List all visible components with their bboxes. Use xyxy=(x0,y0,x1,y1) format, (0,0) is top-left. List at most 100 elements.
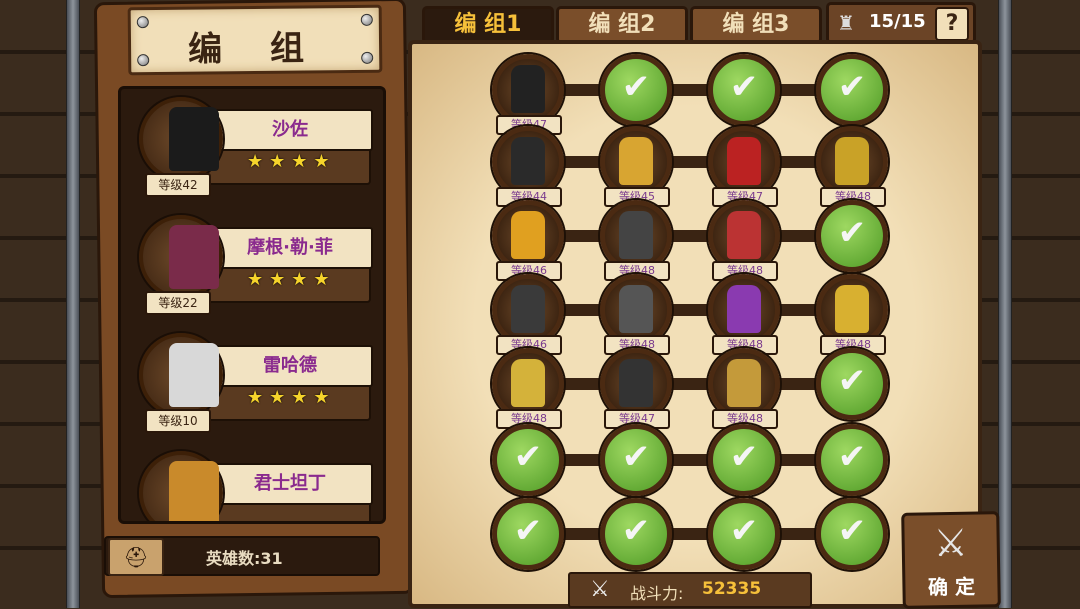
formation-slot-empty[interactable]: ✔ xyxy=(816,348,888,420)
formation-slot-hero[interactable]: 等级46 xyxy=(492,200,564,281)
tab-formation-3[interactable]: 编 组3 xyxy=(690,6,822,44)
formation-slot-hero[interactable]: 等级48 xyxy=(600,274,672,355)
check-icon: ✔ xyxy=(513,511,543,551)
unit-figure-icon xyxy=(619,137,653,185)
check-icon: ✔ xyxy=(837,213,867,253)
slot-connector xyxy=(558,156,602,168)
formation-slot-hero[interactable]: 等级47 xyxy=(492,54,564,135)
hero-count-bar: ⛑ 英雄数:31 xyxy=(104,536,380,576)
slot-connector xyxy=(558,84,602,96)
formation-slot-empty[interactable]: ✔ xyxy=(600,54,672,126)
formation-slot-empty[interactable]: ✔ xyxy=(492,424,564,496)
slot-connector xyxy=(774,84,818,96)
unit-figure-icon xyxy=(511,211,545,259)
check-icon: ✔ xyxy=(837,67,867,107)
page-title: 编 组 xyxy=(187,28,323,70)
hero-figure-icon xyxy=(169,343,219,407)
slot-connector xyxy=(666,304,710,316)
formation-slot-empty[interactable]: ✔ xyxy=(816,424,888,496)
unit-figure-icon xyxy=(835,137,869,185)
formation-slot-hero[interactable]: 等级47 xyxy=(600,348,672,429)
hero-name: 君士坦丁 xyxy=(207,463,373,505)
help-button[interactable]: ? xyxy=(935,7,969,41)
unit-figure-icon xyxy=(511,65,545,113)
slot-connector xyxy=(774,156,818,168)
hero-portrait[interactable] xyxy=(139,215,223,299)
hero-name: 摩根·勒·菲 xyxy=(207,227,373,269)
hero-figure-icon xyxy=(169,107,219,171)
slot-connector xyxy=(774,528,818,540)
slot-connector xyxy=(558,304,602,316)
hero-level: 等级10 xyxy=(145,409,211,433)
hero-portrait[interactable] xyxy=(139,97,223,181)
hero-stars: ★★★★ xyxy=(247,387,336,408)
unit-figure-icon xyxy=(727,285,761,333)
slot-connector xyxy=(666,454,710,466)
hero-card[interactable]: 君士坦丁 xyxy=(127,449,377,521)
tab-formation-2[interactable]: 编 组2 xyxy=(556,6,688,44)
check-icon: ✔ xyxy=(729,437,759,477)
hero-count: 英雄数:31 xyxy=(206,549,283,568)
confirm-button[interactable]: ⚔ 确 定 xyxy=(901,511,1001,609)
hero-level: 等级22 xyxy=(145,291,211,315)
formation-slot-hero[interactable]: 等级48 xyxy=(816,126,888,207)
check-icon: ✔ xyxy=(621,437,651,477)
check-icon: ✔ xyxy=(729,67,759,107)
unit-figure-icon xyxy=(619,359,653,407)
unit-figure-icon xyxy=(511,137,545,185)
slot-connector xyxy=(666,156,710,168)
formation-slot-empty[interactable]: ✔ xyxy=(708,54,780,126)
formation-slot-hero[interactable]: 等级46 xyxy=(492,274,564,355)
slot-connector xyxy=(558,528,602,540)
unit-figure-icon xyxy=(511,285,545,333)
check-icon: ✔ xyxy=(621,511,651,551)
unit-figure-icon xyxy=(727,211,761,259)
unit-figure-icon xyxy=(511,359,545,407)
slot-connector xyxy=(666,230,710,242)
formation-slot-hero[interactable]: 等级48 xyxy=(600,200,672,281)
unit-count: 15/15 xyxy=(869,11,926,32)
hero-name: 沙佐 xyxy=(207,109,373,151)
formation-slot-hero[interactable]: 等级47 xyxy=(708,126,780,207)
battle-power-label: 战斗力: xyxy=(630,584,684,603)
slot-connector xyxy=(558,378,602,390)
hero-card[interactable]: 雷哈德 ★★★★ 等级10 xyxy=(127,331,377,433)
formation-slot-empty[interactable]: ✔ xyxy=(492,498,564,570)
right-rail xyxy=(998,0,1012,608)
slot-connector xyxy=(558,454,602,466)
hero-portrait[interactable] xyxy=(139,333,223,417)
hero-card[interactable]: 摩根·勒·菲 ★★★★ 等级22 xyxy=(127,213,377,315)
formation-slot-hero[interactable]: 等级48 xyxy=(492,348,564,429)
slot-connector xyxy=(774,230,818,242)
crossed-swords-icon: ⚔ xyxy=(590,577,610,602)
formation-slot-hero[interactable]: 等级48 xyxy=(708,348,780,429)
formation-slot-empty[interactable]: ✔ xyxy=(816,54,888,126)
hero-figure-icon xyxy=(169,461,219,521)
tab-formation-1[interactable]: 编 组1 xyxy=(422,6,554,44)
hero-card[interactable]: 沙佐 ★★★★ 等级42 xyxy=(127,95,377,197)
formation-slot-hero[interactable]: 等级48 xyxy=(708,200,780,281)
formation-slot-empty[interactable]: ✔ xyxy=(600,424,672,496)
hero-name: 雷哈德 xyxy=(207,345,373,387)
hero-list[interactable]: 沙佐 ★★★★ 等级42 摩根·勒·菲 ★★★★ 等级22 雷哈德 ★★★★ 等级10 君士坦丁 xyxy=(118,86,386,524)
unit-figure-icon xyxy=(835,285,869,333)
formation-slot-empty[interactable]: ✔ xyxy=(816,200,888,272)
formation-slot-empty[interactable]: ✔ xyxy=(708,498,780,570)
unit-figure-icon xyxy=(727,359,761,407)
unit-figure-icon xyxy=(619,285,653,333)
check-icon: ✔ xyxy=(837,437,867,477)
formation-slot-empty[interactable]: ✔ xyxy=(600,498,672,570)
soldiers-icon: ♜ xyxy=(837,11,855,35)
formation-slot-hero[interactable]: 等级45 xyxy=(600,126,672,207)
formation-slot-hero[interactable]: 等级48 xyxy=(708,274,780,355)
formation-slot-hero[interactable]: 等级48 xyxy=(816,274,888,355)
formation-slot-hero[interactable]: 等级44 xyxy=(492,126,564,207)
battle-power-value: 52335 xyxy=(702,579,762,599)
formation-slot-empty[interactable]: ✔ xyxy=(708,424,780,496)
formation-slot-empty[interactable]: ✔ xyxy=(816,498,888,570)
hero-portrait[interactable] xyxy=(139,451,223,521)
helmet-icon[interactable]: ⛑ xyxy=(108,538,164,576)
check-icon: ✔ xyxy=(729,511,759,551)
hero-stars: ★★★★ xyxy=(247,269,336,290)
check-icon: ✔ xyxy=(513,437,543,477)
